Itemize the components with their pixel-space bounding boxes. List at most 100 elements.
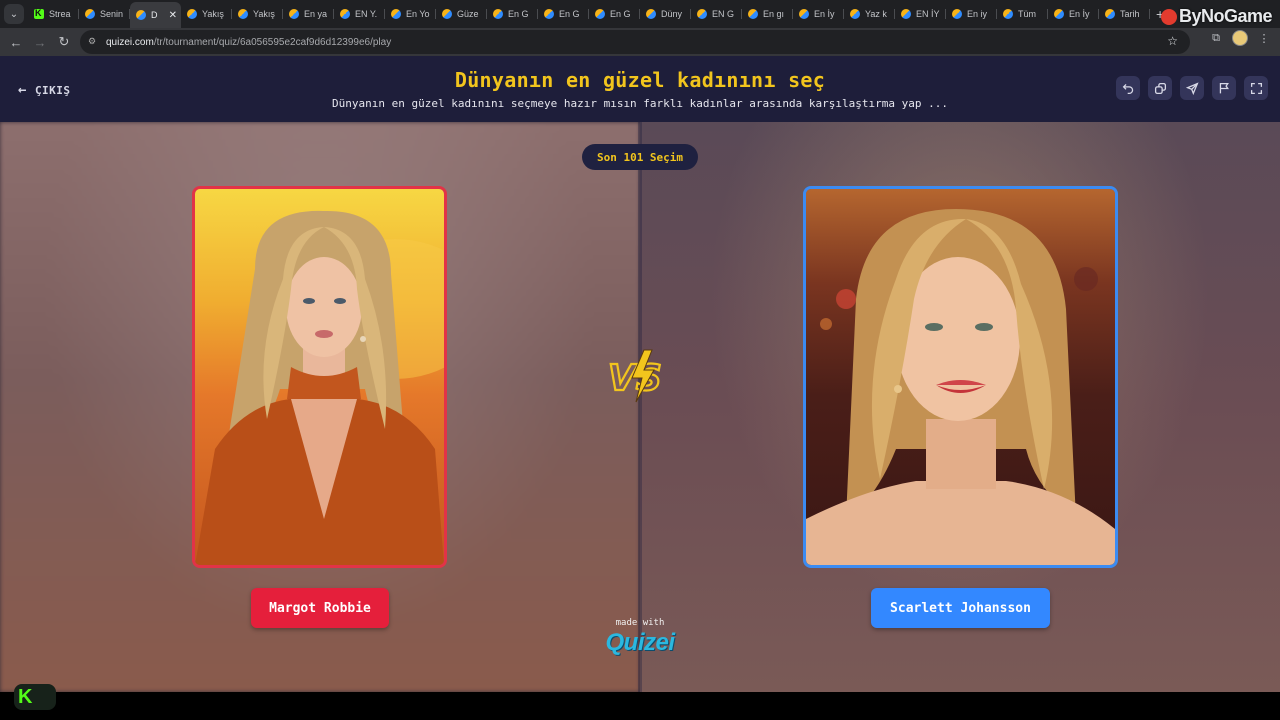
back-arrow-icon[interactable]: ←: [4, 30, 28, 54]
select-left-button[interactable]: Margot Robbie: [251, 588, 389, 628]
kick-letter: K: [18, 685, 33, 708]
versus-icon: VS: [607, 349, 663, 403]
quiz-title: Dünyanın en güzel kadınını seç: [454, 68, 826, 92]
taskbar: K: [0, 684, 1280, 720]
send-button[interactable]: [1180, 76, 1204, 100]
browser-tab[interactable]: Yaz k: [844, 3, 895, 25]
browser-tab[interactable]: En ya: [283, 3, 334, 25]
browser-tab[interactable]: En İy: [1048, 3, 1099, 25]
right-portrait: [806, 209, 1115, 565]
fullscreen-icon: [1250, 82, 1262, 94]
browser-tab[interactable]: En G: [538, 3, 589, 25]
quizei-favicon-icon: [340, 9, 350, 19]
quizei-favicon-icon: [646, 9, 656, 19]
tab-label: Güze: [457, 9, 479, 19]
tab-label: En İy: [1069, 9, 1090, 19]
kick-app-icon[interactable]: K: [14, 684, 56, 710]
tab-label: En G: [508, 9, 529, 19]
tab-label: Tüm: [1018, 9, 1036, 19]
tab-label: Yakış: [202, 9, 224, 19]
tab-label: Yaz k: [865, 9, 887, 19]
browser-tab[interactable]: En gı: [742, 3, 793, 25]
quizei-favicon-icon: [595, 9, 605, 19]
browser-tab[interactable]: En iy: [946, 3, 997, 25]
undo-button[interactable]: [1116, 76, 1140, 100]
tab-list: Strea SeninD✕ Yakış Yakış En ya EN Y. En Yo Güz…: [28, 0, 1150, 28]
quizei-favicon-icon: [85, 9, 95, 19]
browser-tab[interactable]: D ✕: [130, 2, 181, 28]
round-indicator: Son 101 Seçim: [582, 144, 698, 170]
browser-tab[interactable]: EN G: [691, 3, 742, 25]
kick-favicon-icon: [34, 8, 44, 19]
quizei-favicon-icon: [850, 9, 860, 19]
bynogame-watermark: ByNoGame: [1160, 6, 1273, 27]
quizei-favicon-icon: [1003, 9, 1013, 19]
address-bar[interactable]: ⚙ quizei.com/tr/tournament/quiz/6a056595…: [80, 30, 1190, 54]
profile-avatar[interactable]: [1232, 30, 1248, 46]
fullscreen-button[interactable]: [1244, 76, 1268, 100]
browser-tab[interactable]: Tüm: [997, 3, 1048, 25]
browser-tab[interactable]: EN Y.: [334, 3, 385, 25]
tab-close-icon[interactable]: ✕: [169, 10, 177, 21]
action-bar: [1116, 76, 1268, 100]
quizei-favicon-icon: [901, 9, 911, 19]
left-contestant-photo[interactable]: [195, 189, 444, 565]
quizei-favicon-icon: [442, 9, 452, 19]
tab-label: En İy: [814, 9, 835, 19]
select-right-button[interactable]: Scarlett Johansson: [871, 588, 1050, 628]
right-contestant-card[interactable]: [803, 186, 1118, 568]
tab-label: Düny: [661, 9, 683, 19]
quizei-favicon-icon: [493, 9, 503, 19]
copy-icon: [1154, 82, 1166, 94]
browser-tab[interactable]: En G: [487, 3, 538, 25]
bookmark-star-icon[interactable]: ☆: [1167, 34, 1178, 48]
tab-label: En ya: [304, 9, 328, 19]
browser-tab[interactable]: Tarih: [1099, 3, 1150, 25]
report-button[interactable]: [1212, 76, 1236, 100]
browser-tab[interactable]: EN İY: [895, 3, 946, 25]
site-info-icon[interactable]: ⚙: [88, 36, 100, 48]
browser-tab[interactable]: Güze: [436, 3, 487, 25]
tab-label: En iy: [967, 9, 988, 19]
left-contestant-card[interactable]: [192, 186, 447, 568]
browser-tab[interactable]: Strea: [28, 3, 79, 25]
quizei-favicon-icon: [391, 9, 401, 19]
quizei-favicon-icon: [952, 9, 962, 19]
tab-search-button[interactable]: ⌄: [4, 4, 24, 24]
tab-label: En gı: [763, 9, 785, 19]
right-contestant-photo[interactable]: [806, 189, 1115, 565]
quizei-favicon-icon: [799, 9, 809, 19]
tab-label: EN G: [712, 9, 735, 19]
undo-icon: [1122, 83, 1133, 94]
tab-label: Strea: [49, 9, 71, 19]
extensions-icon[interactable]: ⧉: [1208, 30, 1224, 46]
quiz-header: ← ÇIKIŞ Dünyanın en güzel kadınını seç D…: [0, 56, 1280, 122]
reload-icon[interactable]: ↻: [52, 30, 76, 54]
browser-tab[interactable]: En Yo: [385, 3, 436, 25]
url-path: /tr/tournament/quiz/6a056595e2caf9d6d123…: [153, 36, 392, 48]
browser-menu-icon[interactable]: ⋮: [1256, 30, 1272, 46]
made-with-quizei-badge[interactable]: made with Quizei: [598, 618, 682, 657]
share-copy-button[interactable]: [1148, 76, 1172, 100]
tab-label: Yakış: [253, 9, 275, 19]
forward-arrow-icon[interactable]: →: [28, 30, 52, 54]
browser-tab[interactable]: En G: [589, 3, 640, 25]
url-host: quizei.com: [106, 36, 154, 48]
tab-label: EN İY: [916, 9, 940, 19]
tab-label: Tarih: [1120, 9, 1140, 19]
browser-tab[interactable]: Senin: [79, 3, 130, 25]
quiz-subtitle: Dünyanın en güzel kadınını seçmeye hazır…: [332, 97, 948, 110]
quizei-favicon-icon: [697, 9, 707, 19]
quizei-favicon-icon: [1105, 9, 1115, 19]
quizei-favicon-icon: [136, 10, 146, 20]
quizei-favicon-icon: [289, 9, 299, 19]
browser-tab[interactable]: Düny: [640, 3, 691, 25]
tab-label: EN Y.: [355, 9, 378, 19]
flag-icon: [1219, 82, 1229, 93]
send-icon: [1185, 81, 1199, 95]
browser-tab[interactable]: En İy: [793, 3, 844, 25]
made-with-label: made with: [615, 618, 665, 628]
bynogame-logo-icon: [1160, 8, 1177, 25]
browser-tab[interactable]: Yakış: [181, 3, 232, 25]
browser-tab[interactable]: Yakış: [232, 3, 283, 25]
